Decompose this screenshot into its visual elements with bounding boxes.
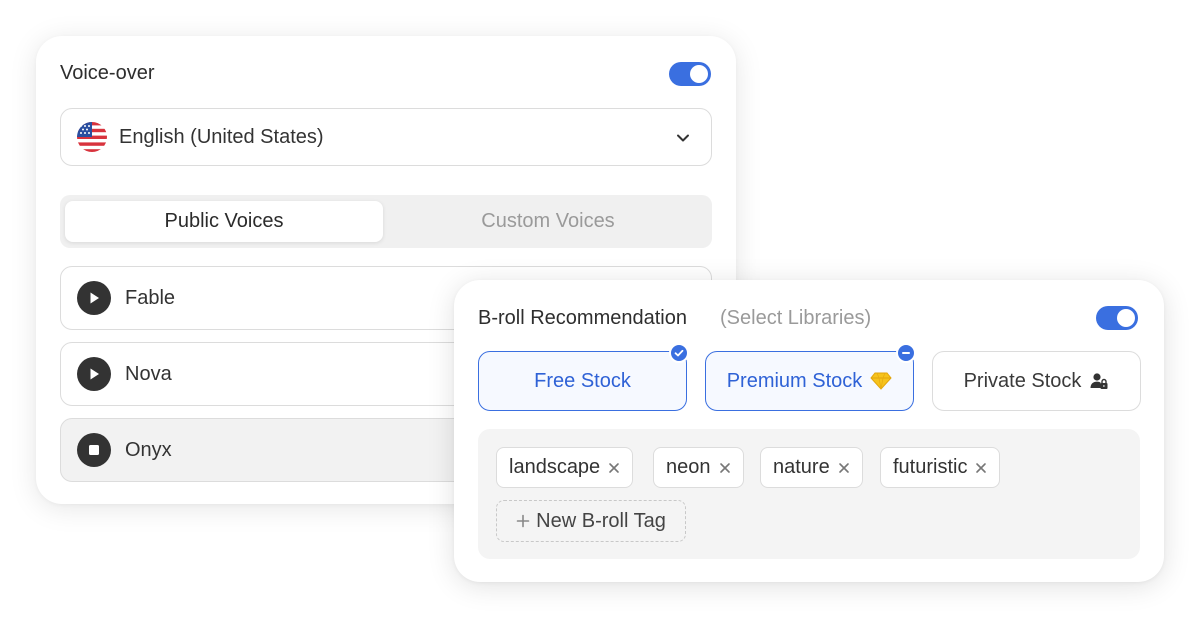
language-select[interactable]: English (United States) (60, 108, 712, 166)
tag-chip: nature (760, 447, 863, 488)
toggle-knob (690, 65, 708, 83)
new-tag-button[interactable]: New B-roll Tag (496, 500, 686, 542)
broll-title: B-roll Recommendation (478, 307, 687, 329)
new-tag-label: New B-roll Tag (536, 509, 666, 532)
voice-name: Fable (125, 286, 176, 309)
tag-chip: futuristic (880, 447, 1001, 488)
tab-custom-voices[interactable]: Custom Voices (389, 201, 707, 242)
plus-icon (516, 514, 530, 528)
play-icon[interactable] (77, 281, 111, 315)
library-private-stock[interactable]: Private Stock (932, 351, 1141, 411)
tag-chip: landscape (496, 447, 634, 488)
voice-type-tabs: Public Voices Custom Voices (60, 195, 712, 248)
library-premium-stock[interactable]: Premium Stock (705, 343, 916, 411)
tab-public-voices[interactable]: Public Voices (65, 201, 383, 242)
language-value: English (United States) (119, 125, 324, 148)
broll-panel: B-roll Recommendation (Select Libraries)… (454, 280, 1164, 582)
broll-tags-area: landscape neon nature futuristic New B-r… (478, 429, 1140, 559)
close-icon[interactable] (838, 462, 850, 474)
us-flag-icon (77, 122, 107, 152)
check-icon (669, 343, 689, 363)
close-icon[interactable] (975, 462, 987, 474)
broll-subtitle: (Select Libraries) (720, 307, 872, 329)
tag-label: landscape (509, 456, 601, 478)
library-label: Free Stock (534, 369, 631, 392)
chevron-down-icon (673, 128, 693, 148)
close-icon[interactable] (608, 462, 620, 474)
tag-label: nature (773, 456, 830, 478)
voice-over-title: Voice-over (60, 62, 155, 84)
play-icon[interactable] (77, 357, 111, 391)
library-label: Premium Stock (726, 369, 863, 392)
voice-name: Onyx (125, 438, 172, 461)
library-label: Private Stock (963, 369, 1082, 392)
close-icon[interactable] (719, 462, 731, 474)
diamond-icon (870, 371, 892, 391)
voice-name: Nova (125, 362, 172, 385)
voice-over-toggle[interactable] (669, 62, 711, 86)
toggle-knob (1117, 309, 1135, 327)
tag-chip: neon (653, 447, 744, 488)
stop-icon[interactable] (77, 433, 111, 467)
tag-label: futuristic (893, 456, 968, 478)
private-user-icon (1089, 371, 1109, 391)
tag-label: neon (666, 456, 711, 478)
minus-icon (896, 343, 916, 363)
broll-toggle[interactable] (1096, 306, 1138, 330)
library-free-stock[interactable]: Free Stock (478, 343, 689, 411)
